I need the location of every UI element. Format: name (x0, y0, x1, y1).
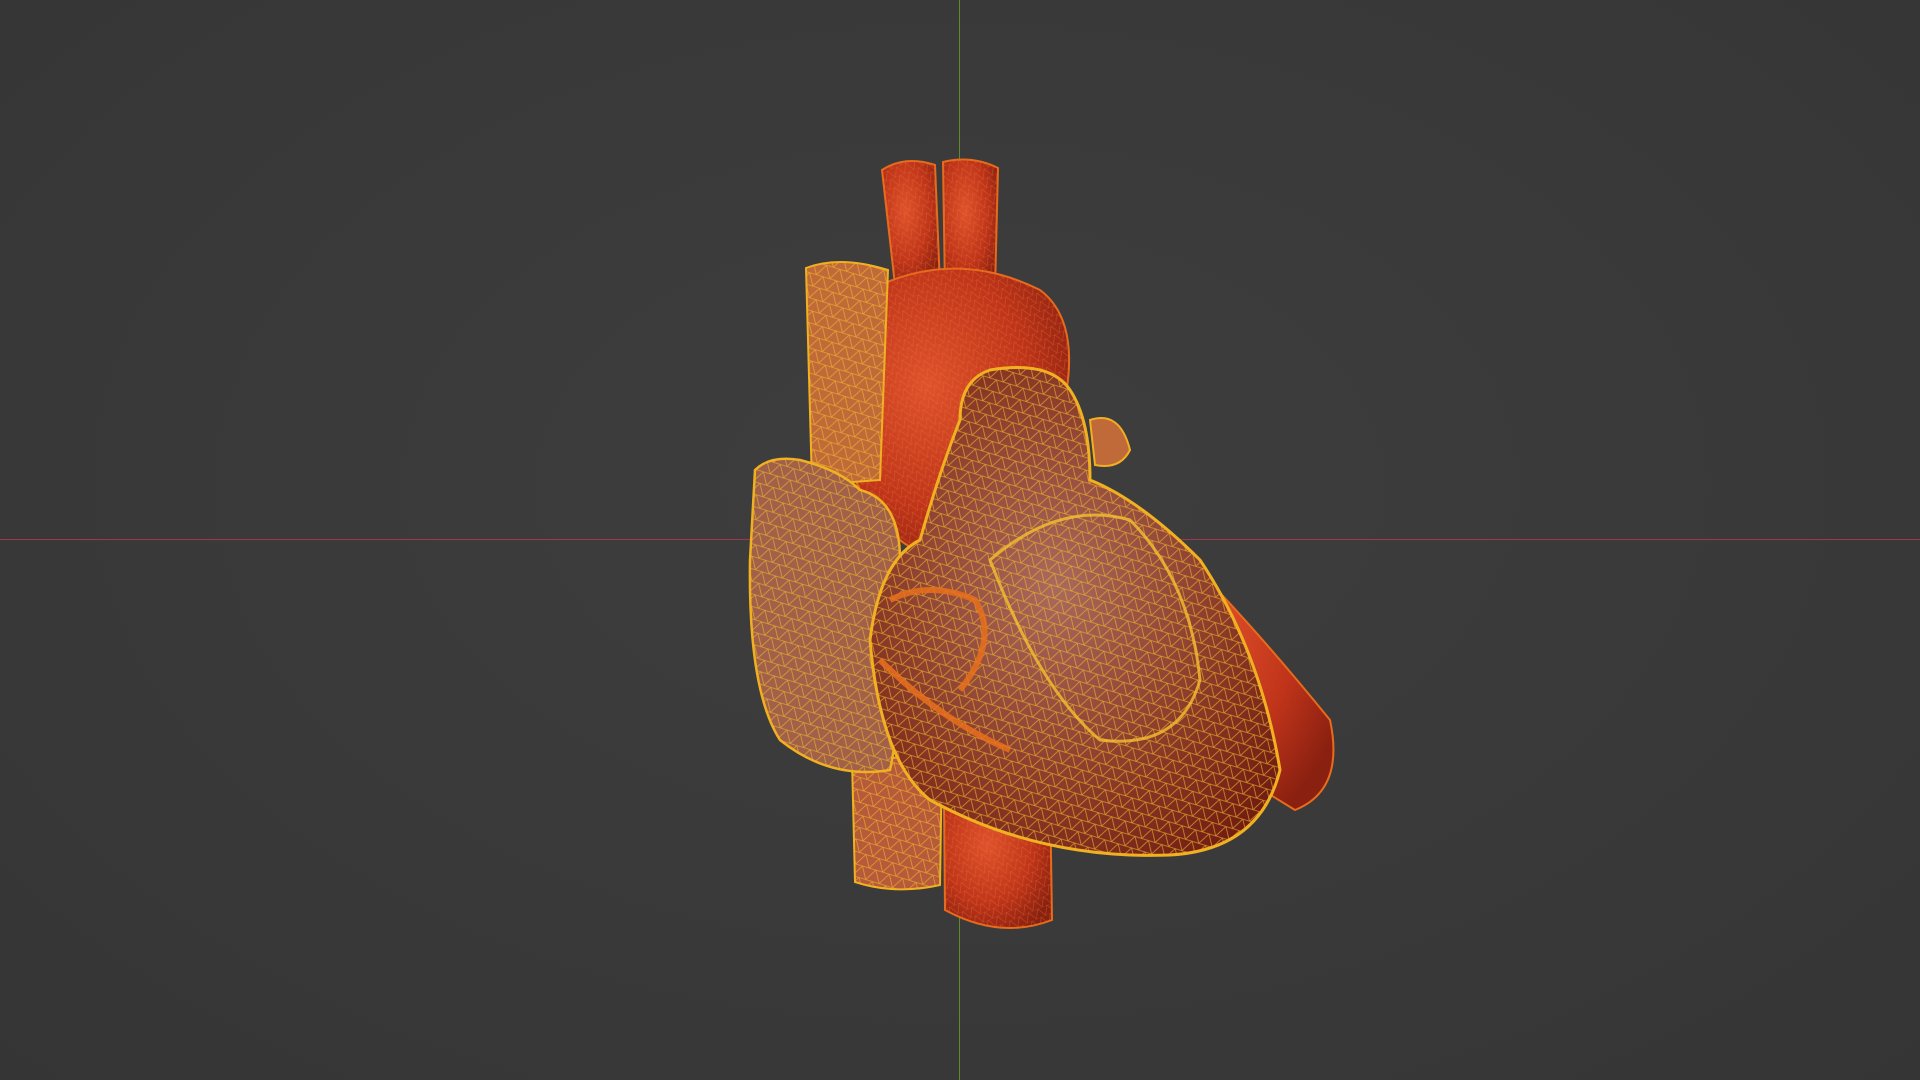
3d-viewport[interactable] (0, 0, 1920, 1080)
superior-vena-cava (804, 261, 890, 487)
heart-model[interactable] (0, 0, 1920, 1080)
